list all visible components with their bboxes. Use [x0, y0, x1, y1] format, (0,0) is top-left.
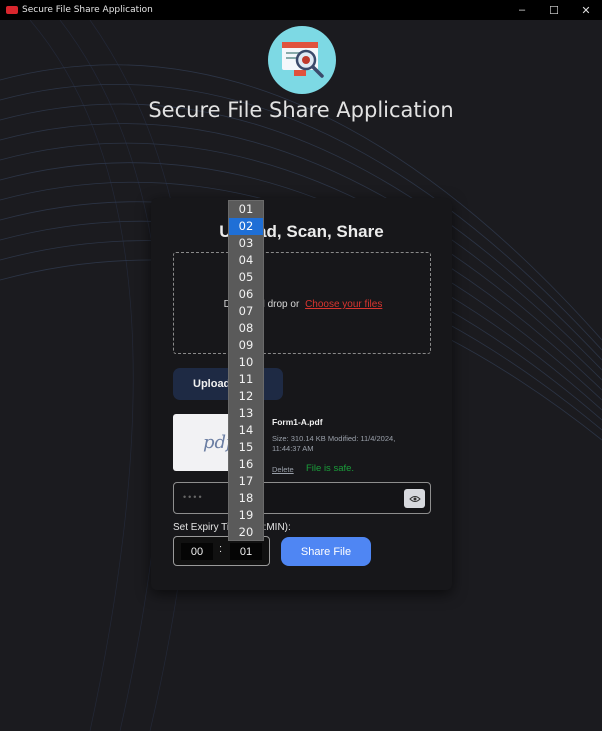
- bug-scan-icon: [268, 26, 336, 94]
- dropdown-option[interactable]: 20: [229, 524, 263, 541]
- app-logo-icon: [6, 6, 18, 14]
- upload-card: Upload, Scan, Share Drag and drop or Cho…: [151, 198, 452, 590]
- close-button[interactable]: ✕: [570, 0, 602, 20]
- minutes-dropdown-list[interactable]: 01 02 03 04 05 06 07 08 09 10 11 12 13 14 15 16 17 18 19 20: [228, 200, 264, 541]
- file-dropzone[interactable]: Drag and drop or Choose your files: [173, 252, 431, 354]
- dropdown-option[interactable]: 13: [229, 405, 263, 422]
- page-title: Secure File Share Application: [148, 98, 454, 122]
- dropdown-option[interactable]: 03: [229, 235, 263, 252]
- dropdown-option[interactable]: 02: [229, 218, 263, 235]
- dropdown-option[interactable]: 12: [229, 388, 263, 405]
- delete-link[interactable]: Delete: [272, 465, 294, 474]
- scan-status: File is safe.: [306, 463, 355, 474]
- dropdown-option[interactable]: 09: [229, 337, 263, 354]
- dropdown-option[interactable]: 11: [229, 371, 263, 388]
- dropdown-option[interactable]: 16: [229, 456, 263, 473]
- dropdown-option[interactable]: 01: [229, 201, 263, 218]
- time-separator: :: [219, 543, 223, 555]
- hours-select[interactable]: 00: [181, 543, 213, 560]
- card-title: Upload, Scan, Share: [219, 222, 384, 241]
- password-mask: ••••: [183, 492, 204, 502]
- dropzone-text: Drag and drop or Choose your files: [174, 299, 432, 310]
- window-title: Secure File Share Application: [22, 5, 153, 15]
- file-meta: Size: 310.14 KB Modified: 11/4/2024, 11:…: [272, 434, 396, 453]
- dropdown-option[interactable]: 14: [229, 422, 263, 439]
- share-file-button[interactable]: Share File: [281, 537, 371, 566]
- dropdown-option[interactable]: 05: [229, 269, 263, 286]
- dropdown-option[interactable]: 17: [229, 473, 263, 490]
- dropdown-option[interactable]: 06: [229, 286, 263, 303]
- password-input[interactable]: ••••: [173, 482, 431, 514]
- choose-files-link[interactable]: Choose your files: [305, 299, 382, 310]
- dropdown-option[interactable]: 19: [229, 507, 263, 524]
- dropdown-option[interactable]: 08: [229, 320, 263, 337]
- show-password-button[interactable]: [404, 489, 425, 508]
- dropdown-option[interactable]: 10: [229, 354, 263, 371]
- dropdown-option[interactable]: 04: [229, 252, 263, 269]
- maximize-button[interactable]: ☐: [538, 0, 570, 20]
- dropdown-option[interactable]: 18: [229, 490, 263, 507]
- minutes-select[interactable]: 01: [230, 543, 262, 560]
- window-titlebar: Secure File Share Application – ☐ ✕: [0, 0, 602, 20]
- dropdown-option[interactable]: 15: [229, 439, 263, 456]
- dropdown-option[interactable]: 07: [229, 303, 263, 320]
- window-controls: – ☐ ✕: [506, 0, 602, 20]
- file-name: Form1-A.pdf: [272, 417, 323, 427]
- minimize-button[interactable]: –: [506, 0, 538, 20]
- eye-icon: [408, 495, 421, 502]
